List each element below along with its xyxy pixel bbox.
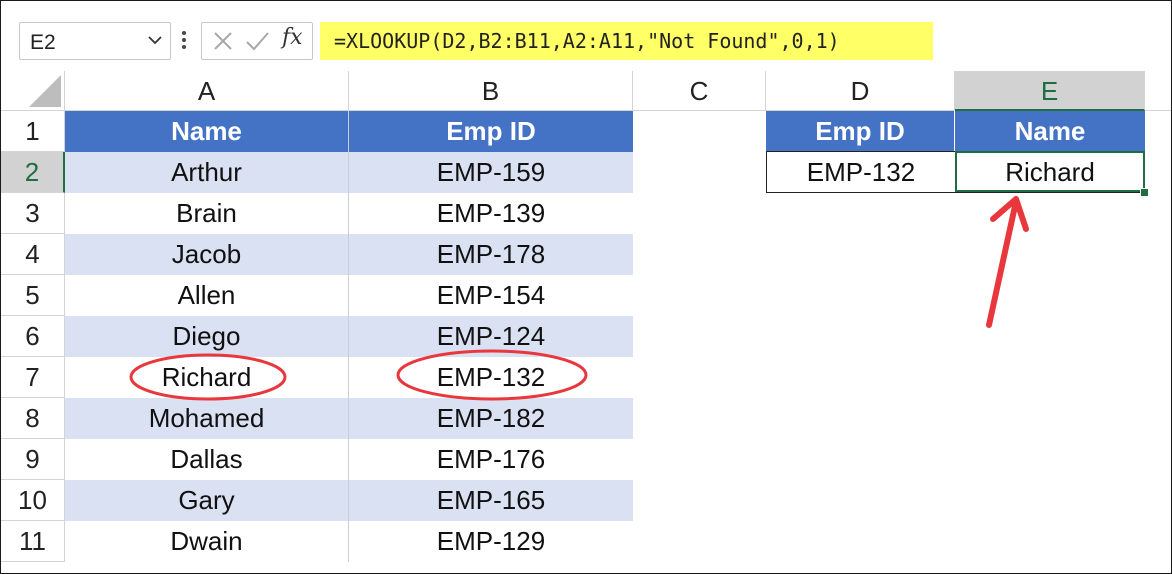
table-cell-name[interactable]: Gary [65, 480, 349, 521]
lookup-result-cell[interactable]: Richard [955, 151, 1145, 193]
table-cell-name[interactable]: Brain [65, 193, 349, 234]
name-box[interactable]: E2 [19, 22, 171, 60]
insert-function-icon[interactable]: fx [282, 25, 308, 50]
row-header-1[interactable]: 1 [1, 111, 65, 152]
table-cell-emp-id[interactable]: EMP-132 [349, 357, 633, 398]
lookup-header-name[interactable]: Name [955, 111, 1145, 152]
row-header-10[interactable]: 10 [1, 480, 65, 521]
select-all-button[interactable] [1, 71, 65, 111]
cancel-icon[interactable] [210, 29, 236, 53]
column-header-a[interactable]: A [65, 71, 349, 111]
column-header-d[interactable]: D [766, 71, 955, 111]
table-cell-name[interactable]: Arthur [65, 152, 349, 193]
table-cell-name[interactable]: Richard [65, 357, 349, 398]
table-cell-emp-id[interactable]: EMP-139 [349, 193, 633, 234]
table-cell-emp-id[interactable]: EMP-154 [349, 275, 633, 316]
arrow-head-icon [990, 196, 1029, 232]
column-header-e[interactable]: E [955, 71, 1145, 111]
fill-handle[interactable] [1140, 188, 1149, 197]
row-header-11[interactable]: 11 [1, 521, 65, 562]
table-cell-emp-id[interactable]: EMP-182 [349, 398, 633, 439]
row-header-3[interactable]: 3 [1, 193, 65, 234]
table-cell-emp-id[interactable]: EMP-178 [349, 234, 633, 275]
excel-window: E2 fx =XLOOKUP(D2,B2:B11,A2:A11,"Not Fou… [0, 0, 1172, 574]
formula-input[interactable]: =XLOOKUP(D2,B2:B11,A2:A11,"Not Found",0,… [320, 22, 933, 60]
table-cell-name[interactable]: Dwain [65, 521, 349, 562]
table-cell-name[interactable]: Diego [65, 316, 349, 357]
row-header-8[interactable]: 8 [1, 398, 65, 439]
column-header-f[interactable] [1145, 71, 1171, 111]
table-header-emp-id[interactable]: Emp ID [349, 111, 633, 152]
table-cell-emp-id[interactable]: EMP-124 [349, 316, 633, 357]
table-cell-name[interactable]: Dallas [65, 439, 349, 480]
row-header-2[interactable]: 2 [1, 152, 65, 193]
formula-buttons: fx [201, 22, 313, 60]
lookup-emp-id-input[interactable]: EMP-132 [766, 151, 956, 193]
name-box-value: E2 [30, 31, 56, 54]
enter-check-icon[interactable] [244, 29, 270, 53]
more-options-icon[interactable] [181, 29, 187, 51]
formula-bar: E2 fx =XLOOKUP(D2,B2:B11,A2:A11,"Not Fou… [1, 1, 1171, 71]
table-cell-emp-id[interactable]: EMP-159 [349, 152, 633, 193]
arrow-icon [986, 203, 1018, 328]
table-header-name[interactable]: Name [65, 111, 349, 152]
row-header-5[interactable]: 5 [1, 275, 65, 316]
column-header-c[interactable]: C [633, 71, 766, 111]
chevron-down-icon[interactable] [146, 31, 164, 49]
row-header-4[interactable]: 4 [1, 234, 65, 275]
column-header-b[interactable]: B [349, 71, 633, 111]
row-header-9[interactable]: 9 [1, 439, 65, 480]
formula-text: =XLOOKUP(D2,B2:B11,A2:A11,"Not Found",0,… [334, 29, 840, 53]
table-cell-emp-id[interactable]: EMP-129 [349, 521, 633, 562]
table-cell-emp-id[interactable]: EMP-165 [349, 480, 633, 521]
table-cell-name[interactable]: Jacob [65, 234, 349, 275]
row-header-6[interactable]: 6 [1, 316, 65, 357]
row-header-7[interactable]: 7 [1, 357, 65, 398]
table-cell-name[interactable]: Allen [65, 275, 349, 316]
select-all-triangle-icon [29, 75, 61, 107]
table-cell-emp-id[interactable]: EMP-176 [349, 439, 633, 480]
table-cell-name[interactable]: Mohamed [65, 398, 349, 439]
lookup-header-emp-id[interactable]: Emp ID [766, 111, 955, 152]
